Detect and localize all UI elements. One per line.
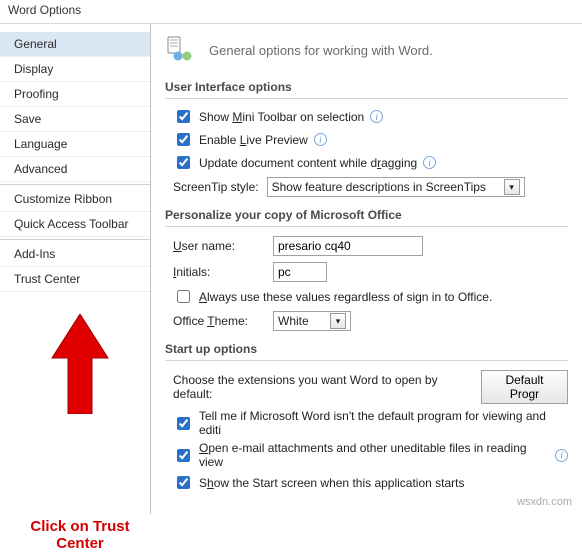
sidebar-item-trust-center[interactable]: Trust Center [0,267,150,292]
label-mini-toolbar: Show Mini Toolbar on selection [199,110,364,124]
label-always-use: Always use these values regardless of si… [199,290,492,304]
theme-row: Office Theme: White ▾ [165,308,568,334]
label-initials: Initials: [173,265,265,279]
default-programs-button[interactable]: Default Progr [481,370,568,404]
select-office-theme[interactable]: White ▾ [273,311,351,331]
section-user-interface: User Interface options [165,72,568,99]
info-icon[interactable]: i [555,449,568,462]
sidebar-item-display[interactable]: Display [0,57,150,82]
label-live-preview: Enable Live Preview [199,133,308,147]
info-icon[interactable]: i [314,133,327,146]
label-tell-me-default: Tell me if Microsoft Word isn't the defa… [199,409,568,437]
checkbox-mini-toolbar[interactable] [177,110,190,123]
option-mini-toolbar[interactable]: Show Mini Toolbar on selection i [165,105,568,128]
sidebar-item-add-ins[interactable]: Add-Ins [0,242,150,267]
sidebar-separator [0,239,150,240]
option-drag-update[interactable]: Update document content while dragging i [165,151,568,174]
checkbox-drag-update[interactable] [177,156,190,169]
username-row: User name: [165,233,568,259]
annotation-arrow: Click on Trust Center [25,314,135,553]
sidebar-item-customize-ribbon[interactable]: Customize Ribbon [0,187,150,212]
sidebar-item-language[interactable]: Language [0,132,150,157]
page-header-text: General options for working with Word. [209,43,433,58]
input-username[interactable] [273,236,423,256]
checkbox-live-preview[interactable] [177,133,190,146]
sidebar-separator [0,184,150,185]
section-startup: Start up options [165,334,568,361]
label-default-extensions: Choose the extensions you want Word to o… [173,373,473,401]
option-open-reading-view[interactable]: Open e-mail attachments and other unedit… [165,439,568,471]
general-options-icon [165,34,197,66]
info-icon[interactable]: i [370,110,383,123]
default-extensions-row: Choose the extensions you want Word to o… [165,367,568,407]
main-layout: General Display Proofing Save Language A… [0,24,582,514]
label-open-reading-view: Open e-mail attachments and other unedit… [199,441,549,469]
chevron-down-icon[interactable]: ▾ [504,179,520,195]
label-drag-update: Update document content while dragging [199,156,417,170]
checkbox-tell-me-default[interactable] [177,417,190,430]
checkbox-open-reading-view[interactable] [177,449,190,462]
select-screentip-style[interactable]: Show feature descriptions in ScreenTips … [267,177,525,197]
sidebar-item-general[interactable]: General [0,32,150,57]
option-live-preview[interactable]: Enable Live Preview i [165,128,568,151]
label-office-theme: Office Theme: [173,314,265,328]
label-start-screen: Show the Start screen when this applicat… [199,476,465,490]
sidebar-item-save[interactable]: Save [0,107,150,132]
option-start-screen[interactable]: Show the Start screen when this applicat… [165,471,568,494]
input-initials[interactable] [273,262,327,282]
label-screentip-style: ScreenTip style: [173,180,259,194]
sidebar-item-proofing[interactable]: Proofing [0,82,150,107]
window-title: Word Options [0,0,582,24]
label-username: User name: [173,239,265,253]
initials-row: Initials: [165,259,568,285]
annotation-text: Click on Trust Center [25,518,135,553]
select-screentip-value: Show feature descriptions in ScreenTips [272,180,486,194]
sidebar-item-quick-access-toolbar[interactable]: Quick Access Toolbar [0,212,150,237]
checkbox-start-screen[interactable] [177,476,190,489]
page-header: General options for working with Word. [165,34,568,72]
section-personalize: Personalize your copy of Microsoft Offic… [165,200,568,227]
sidebar-item-advanced[interactable]: Advanced [0,157,150,182]
checkbox-always-use[interactable] [177,290,190,303]
option-tell-me-default[interactable]: Tell me if Microsoft Word isn't the defa… [165,407,568,439]
chevron-down-icon[interactable]: ▾ [330,313,346,329]
info-icon[interactable]: i [423,156,436,169]
sidebar: General Display Proofing Save Language A… [0,24,151,514]
screentip-style-row: ScreenTip style: Show feature descriptio… [165,174,568,200]
option-always-use[interactable]: Always use these values regardless of si… [165,285,568,308]
content-pane: General options for working with Word. U… [151,24,582,514]
select-theme-value: White [278,314,309,328]
watermark: wsxdn.com [517,496,572,508]
